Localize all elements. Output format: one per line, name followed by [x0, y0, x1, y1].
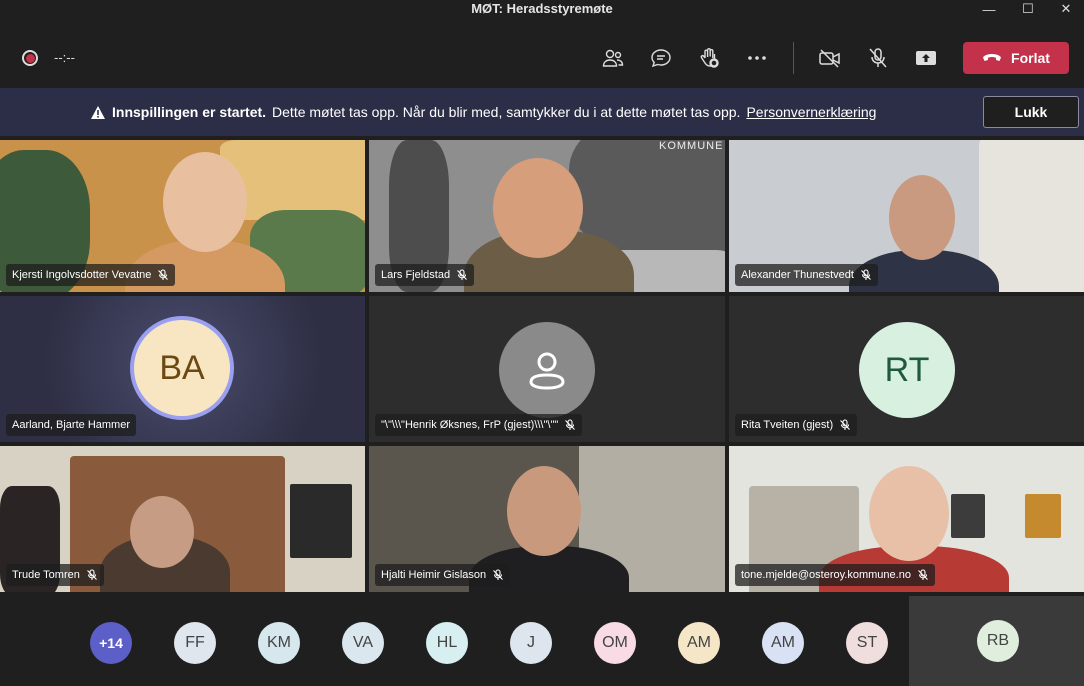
person-face	[507, 466, 581, 556]
self-avatar: RB	[977, 620, 1019, 662]
people-icon	[602, 49, 624, 67]
person-face	[130, 496, 194, 568]
participant-name-tag: tone.mjelde@osteroy.kommune.no	[735, 564, 935, 586]
video-tile[interactable]: Alexander Thunestvedt	[729, 140, 1084, 292]
participant-name: Aarland, Bjarte Hammer	[12, 419, 130, 431]
privacy-link[interactable]: Personvernerklæring	[746, 104, 876, 120]
participant-name-tag: Hjalti Heimir Gislason	[375, 564, 511, 586]
video-tile[interactable]: Kjersti Ingolvsdotter Vevatne	[0, 140, 365, 292]
participant-avatar[interactable]: ST	[846, 622, 888, 664]
hand-icon	[700, 48, 719, 68]
banner-message: Innspillingen er startet. Dette møtet ta…	[90, 104, 876, 120]
banner-close-button[interactable]: Lukk	[983, 96, 1079, 128]
participant-name: Rita Tveiten (gjest)	[741, 419, 834, 431]
participant-name: "\"\\\"Henrik Øksnes, FrP (gjest)\\\"\""	[381, 419, 559, 431]
video-tile[interactable]: KOMMUNE Lars Fjeldstad	[369, 140, 725, 292]
share-icon	[916, 51, 936, 65]
avatar-tile[interactable]: RT Rita Tveiten (gjest)	[729, 296, 1084, 442]
participant-avatar[interactable]: OM	[594, 622, 636, 664]
camera-off-icon	[819, 49, 840, 68]
person-face	[889, 175, 955, 260]
person-placeholder-icon	[529, 352, 565, 390]
more-actions-button[interactable]	[741, 43, 773, 73]
ellipsis-icon	[748, 56, 766, 60]
avatar-initials: RT	[884, 350, 930, 389]
frame-background	[290, 484, 352, 558]
mic-off-icon	[869, 48, 887, 68]
avatar	[499, 322, 595, 418]
participant-strip: +14 FF KM VA HL J OM AM AM ST RB	[0, 596, 1084, 686]
painting-background	[1025, 494, 1061, 538]
window-background	[979, 140, 1084, 292]
participant-name-tag: Trude Tomren	[6, 564, 104, 586]
meeting-control-bar: --:-- Forlat	[0, 28, 1084, 88]
participant-avatar[interactable]: AM	[762, 622, 804, 664]
chat-button[interactable]	[645, 43, 677, 73]
participant-name: Kjersti Ingolvsdotter Vevatne	[12, 269, 152, 281]
window-title: MØT: Heradsstyremøte	[471, 1, 613, 16]
recording-indicator-icon	[22, 50, 38, 66]
person-face	[869, 466, 949, 561]
participant-name-tag: Kjersti Ingolvsdotter Vevatne	[6, 264, 176, 286]
participant-avatar[interactable]: AM	[678, 622, 720, 664]
banner-title: Innspillingen er startet.	[112, 104, 267, 120]
maximize-button[interactable]: ☐	[1010, 0, 1046, 18]
avatar-initials: BA	[159, 348, 205, 387]
participant-name-tag: Aarland, Bjarte Hammer	[6, 414, 136, 436]
mic-off-icon	[457, 269, 467, 280]
chat-icon	[651, 49, 671, 68]
mic-off-icon	[158, 269, 169, 280]
more-participants-button[interactable]: +14	[90, 622, 132, 664]
toolbar-divider	[793, 42, 794, 74]
participant-avatar[interactable]: VA	[342, 622, 384, 664]
avatar: BA	[134, 320, 230, 416]
share-screen-button[interactable]	[910, 43, 942, 73]
recording-banner: Innspillingen er startet. Dette møtet ta…	[0, 88, 1084, 136]
avatar-tile[interactable]: "\"\\\"Henrik Øksnes, FrP (gjest)\\\"\""	[369, 296, 725, 442]
participant-name-tag: Alexander Thunestvedt	[735, 264, 878, 286]
video-tile[interactable]: Trude Tomren	[0, 446, 365, 592]
mic-off-icon	[493, 569, 504, 580]
participant-name-tag: Lars Fjeldstad	[375, 264, 475, 286]
phone-hangup-icon	[983, 54, 1002, 61]
self-view-tile[interactable]: RB	[909, 596, 1084, 686]
meeting-timer: --:--	[54, 50, 75, 65]
warning-icon	[91, 105, 105, 119]
participant-name: Trude Tomren	[12, 569, 80, 581]
mic-off-icon	[918, 569, 928, 580]
participant-avatar[interactable]: J	[510, 622, 552, 664]
person-face	[493, 158, 583, 258]
leave-label: Forlat	[1011, 50, 1050, 66]
leave-button[interactable]: Forlat	[963, 42, 1069, 74]
kommune-label: KOMMUNE	[659, 140, 724, 152]
participant-name-tag: Rita Tveiten (gjest)	[735, 414, 858, 436]
video-tile[interactable]: Hjalti Heimir Gislason	[369, 446, 725, 592]
participant-name: Alexander Thunestvedt	[741, 269, 854, 281]
minimize-button[interactable]: —	[971, 0, 1007, 18]
mic-off-icon	[840, 419, 850, 430]
participant-avatar[interactable]: FF	[174, 622, 216, 664]
person-face	[163, 152, 247, 252]
participants-button[interactable]	[597, 43, 629, 73]
mic-off-icon	[86, 569, 97, 580]
camera-toggle-button[interactable]	[814, 43, 846, 73]
participant-avatar[interactable]: KM	[258, 622, 300, 664]
frame-background	[951, 494, 985, 538]
participant-name: tone.mjelde@osteroy.kommune.no	[741, 569, 911, 581]
mic-off-icon	[565, 419, 576, 430]
raise-hand-button[interactable]	[693, 43, 725, 73]
close-window-button[interactable]: ✕	[1048, 0, 1084, 18]
video-tile[interactable]: tone.mjelde@osteroy.kommune.no	[729, 446, 1084, 592]
mic-toggle-button[interactable]	[862, 43, 894, 73]
participant-avatar[interactable]: HL	[426, 622, 468, 664]
banner-body: Dette møtet tas opp. Når du blir med, sa…	[272, 104, 741, 120]
participant-name-tag: "\"\\\"Henrik Øksnes, FrP (gjest)\\\"\""	[375, 414, 583, 436]
avatar: RT	[859, 322, 955, 418]
title-bar: MØT: Heradsstyremøte — ☐ ✕	[0, 0, 1084, 18]
mic-off-icon	[861, 269, 871, 280]
avatar-tile[interactable]: BA Aarland, Bjarte Hammer	[0, 296, 365, 442]
participant-name: Lars Fjeldstad	[381, 269, 451, 281]
participant-name: Hjalti Heimir Gislason	[381, 569, 487, 581]
